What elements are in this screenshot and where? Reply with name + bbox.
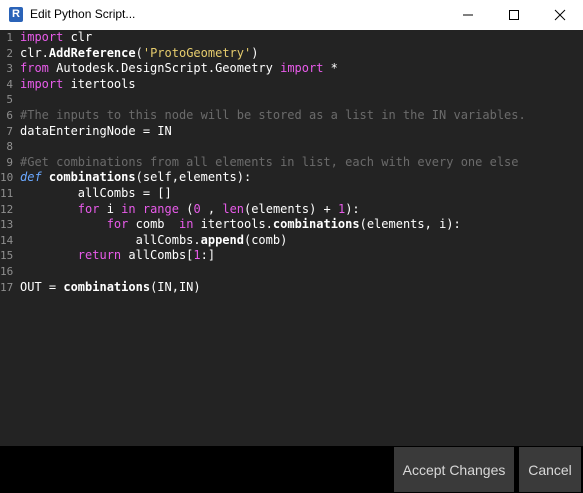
code-token: 1 <box>193 248 201 263</box>
code-token: (IN,IN) <box>150 279 201 294</box>
code-token: def <box>20 170 42 185</box>
line-number: 11 <box>0 187 14 200</box>
code-token: len <box>222 201 245 216</box>
line-number: 2 <box>6 46 13 60</box>
code-token: ) <box>251 45 259 60</box>
code-text: def combinations(self,elements): <box>20 170 251 186</box>
code-token: combinations <box>272 217 360 232</box>
minimize-icon <box>463 14 473 16</box>
code-token: import <box>20 30 64 44</box>
code-text: dataEnteringNode = IN <box>20 124 172 140</box>
code-token: :] <box>200 248 216 263</box>
code-token: import <box>20 76 64 91</box>
line-number: 10 <box>0 171 14 185</box>
minimize-button[interactable] <box>445 0 491 30</box>
line-number: 5 <box>6 93 13 107</box>
code-text: for comb in itertools.combinations(eleme… <box>20 217 461 233</box>
line-number: 15 <box>0 249 14 263</box>
code-token: * <box>323 61 338 76</box>
code-token: return <box>77 248 122 263</box>
line-number: 9 <box>6 155 13 169</box>
code-token: range <box>142 201 179 216</box>
code-token: , <box>200 201 223 216</box>
code-token: AddReference <box>48 45 136 60</box>
code-token: comb <box>128 217 179 232</box>
code-token: combinations <box>63 279 151 294</box>
code-token: (self,elements): <box>135 170 252 185</box>
code-token: append <box>200 232 244 247</box>
code-token: allCombs = [] <box>20 186 172 200</box>
code-token: OUT = <box>20 279 64 294</box>
code-token: (elements, i): <box>359 217 461 232</box>
code-text: from Autodesk.DesignScript.Geometry impo… <box>20 61 338 77</box>
code-token: allCombs. <box>20 232 201 247</box>
line-number: 17 <box>0 280 14 294</box>
dialog-footer: Accept Changes Cancel <box>0 446 583 493</box>
code-token: clr. <box>20 45 49 60</box>
code-token: in <box>121 201 136 216</box>
code-token: itertools <box>63 76 136 91</box>
code-token: dataEnteringNode = IN <box>20 123 172 138</box>
cancel-button[interactable]: Cancel <box>519 447 581 492</box>
code-token: 0 <box>193 201 201 216</box>
window-title: Edit Python Script... <box>30 7 136 21</box>
maximize-icon <box>509 10 519 20</box>
code-token: i <box>99 201 122 216</box>
code-text: import clr <box>20 30 92 46</box>
line-number: 4 <box>6 77 13 91</box>
code-editor[interactable]: 1 import clr 2 clr.AddReference('ProtoGeome… <box>0 30 583 446</box>
code-token: allCombs[ <box>121 248 194 263</box>
line-number: 12 <box>0 202 14 216</box>
title-bar: R Edit Python Script... <box>0 0 583 30</box>
code-token: for <box>106 217 129 232</box>
close-icon <box>554 9 566 21</box>
code-text: return allCombs[1:] <box>20 248 215 264</box>
line-number: 8 <box>6 140 13 154</box>
code-token: Autodesk.DesignScript.Geometry <box>48 61 281 76</box>
code-token: (elements) + <box>244 201 338 216</box>
code-token: #Get combinations from all elements in l… <box>20 154 519 169</box>
line-number: 13 <box>0 218 14 232</box>
code-token: for <box>77 201 100 216</box>
accept-changes-button[interactable]: Accept Changes <box>394 447 514 492</box>
code-token: 'ProtoGeometry' <box>142 45 252 60</box>
code-text: allCombs.append(comb) <box>20 232 288 249</box>
maximize-button[interactable] <box>491 0 537 30</box>
code-text: clr.AddReference('ProtoGeometry') <box>20 46 258 62</box>
code-text: allCombs = [] <box>20 186 172 202</box>
line-number: 6 <box>6 109 13 122</box>
close-button[interactable] <box>537 0 583 30</box>
app-logo-icon: R <box>9 7 23 22</box>
code-token: ( <box>178 201 194 216</box>
code-text: import itertools <box>20 77 136 93</box>
code-token: ): <box>345 201 360 216</box>
line-number: 14 <box>0 233 14 247</box>
code-token: from <box>20 61 49 76</box>
code-token: #The inputs to this node will be stored … <box>20 108 526 122</box>
code-text: #The inputs to this node will be stored … <box>20 108 526 124</box>
code-token: combinations <box>48 170 136 185</box>
line-number: 1 <box>6 31 13 44</box>
line-number: 3 <box>6 62 13 76</box>
line-number: 16 <box>0 265 14 278</box>
code-token: ( <box>135 45 143 60</box>
code-token: import <box>280 61 324 76</box>
code-token: itertools. <box>193 217 273 232</box>
line-number: 7 <box>6 124 13 138</box>
code-token: (comb) <box>243 232 288 247</box>
code-text: #Get combinations from all elements in l… <box>20 155 519 171</box>
code-token: clr <box>63 30 93 44</box>
code-text: OUT = combinations(IN,IN) <box>20 280 201 296</box>
code-token: in <box>178 217 194 232</box>
code-text: for i in range (0 , len(elements) + 1): <box>20 202 360 218</box>
